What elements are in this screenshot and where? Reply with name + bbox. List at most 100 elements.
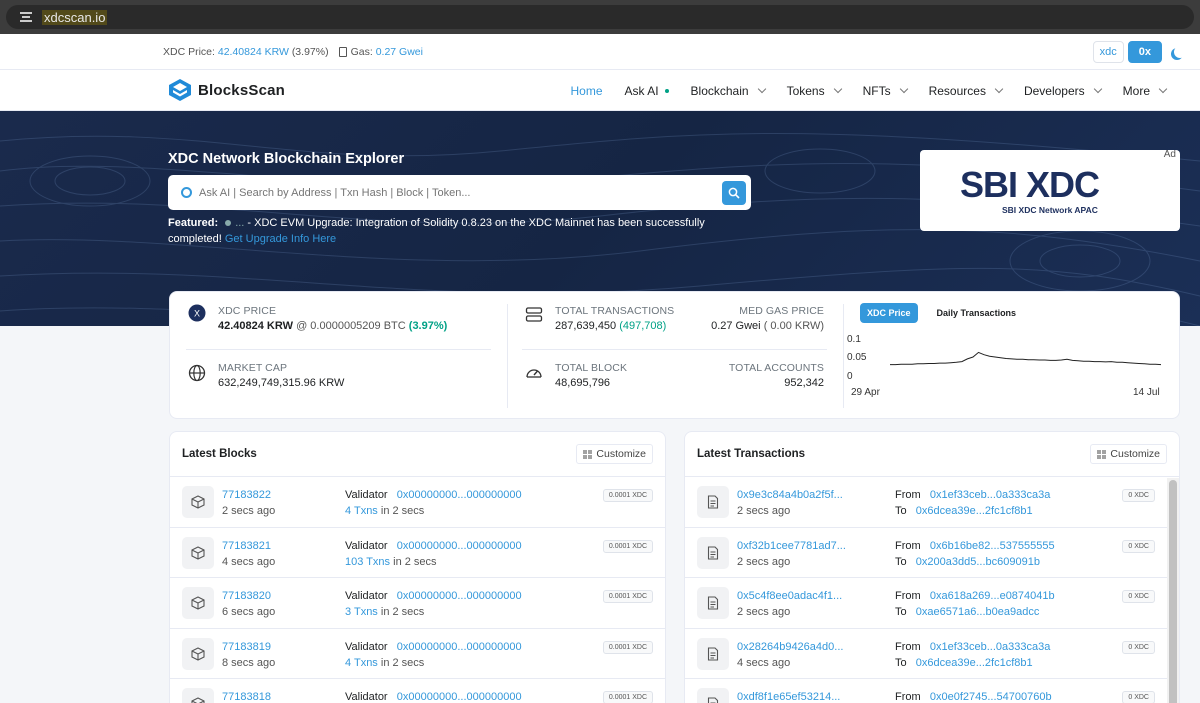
from-address-link[interactable]: 0x6b16be82...537555555 xyxy=(930,540,1055,552)
block-reward-badge: 0.0001 XDC xyxy=(602,489,653,502)
tab-daily-transactions[interactable]: Daily Transactions xyxy=(930,303,1024,323)
from-label: From xyxy=(895,489,921,501)
block-txns-link[interactable]: 103 Txns xyxy=(345,556,390,568)
status-dot-icon xyxy=(664,88,669,93)
stat-label: TOTAL BLOCK xyxy=(555,362,628,374)
nav-label: More xyxy=(1122,83,1150,98)
block-number-link[interactable]: 77183818 xyxy=(222,691,271,703)
from-address-link[interactable]: 0xa618a269...e0874041b xyxy=(930,590,1055,602)
search-input[interactable] xyxy=(199,186,722,199)
block-icon xyxy=(182,486,214,518)
blocksscan-logo-icon xyxy=(168,78,192,102)
customize-button[interactable]: Customize xyxy=(1090,444,1167,464)
prefix-0x-button[interactable]: 0x xyxy=(1127,41,1162,63)
block-row: 77183821 4 secs ago Validator 0x00000000.… xyxy=(170,528,665,578)
validator-link[interactable]: 0x00000000...000000000 xyxy=(397,641,522,653)
nav-more[interactable]: More xyxy=(1122,83,1168,98)
scrollbar[interactable] xyxy=(1167,478,1179,703)
block-icon xyxy=(182,637,214,670)
dots-icon: ... xyxy=(235,217,245,229)
search-button[interactable] xyxy=(722,180,746,205)
globe-icon xyxy=(188,364,206,382)
nav-ask-ai[interactable]: Ask AI xyxy=(625,84,669,98)
to-address-link[interactable]: 0x200a3dd5...bc609091b xyxy=(916,556,1040,568)
customize-label: Customize xyxy=(1110,448,1160,460)
nav-label: Ask AI xyxy=(624,83,659,98)
site-settings-icon[interactable] xyxy=(20,12,32,22)
nav-resources[interactable]: Resources xyxy=(929,84,1004,98)
transaction-row: 0x9e3c84a4b0a2f5f... 2 secs ago From 0x1e… xyxy=(685,477,1179,528)
nav-label: NFTs xyxy=(862,83,891,98)
customize-button[interactable]: Customize xyxy=(576,444,653,464)
dark-mode-toggle[interactable] xyxy=(1166,41,1188,63)
y-tick-label: 0.1 xyxy=(847,334,861,345)
block-number-link[interactable]: 77183822 xyxy=(222,489,271,501)
page-title: XDC Network Blockchain Explorer xyxy=(168,151,405,167)
tx-hash-link[interactable]: 0x5c4f8ee0adac4f1... xyxy=(737,590,842,602)
to-address-link[interactable]: 0x6dcea39e...2fc1cf8b1 xyxy=(916,657,1033,669)
xdc-price-stat: XDC PRICE 42.40824 KRW @ 0.0000005209 BT… xyxy=(218,305,447,332)
tx-hash-link[interactable]: 0xdf8f1e65ef53214... xyxy=(737,691,840,703)
tx-value-badge: 0 XDC xyxy=(1122,489,1155,502)
validator-link[interactable]: 0x00000000...000000000 xyxy=(397,540,522,552)
to-address-link[interactable]: 0x6dcea39e...2fc1cf8b1 xyxy=(916,505,1033,517)
price-change: (3.97%) xyxy=(291,45,329,58)
scrollbar-thumb[interactable] xyxy=(1169,480,1177,703)
chevron-down-icon xyxy=(833,84,842,94)
brand-logo[interactable]: BlocksScan xyxy=(168,78,285,102)
nav-tokens[interactable]: Tokens xyxy=(787,84,842,98)
from-address-link[interactable]: 0x0e0f2745...54700760b xyxy=(930,691,1052,703)
ad-subtitle: SBI XDC Network APAC xyxy=(1002,205,1098,215)
transaction-row: 0xf32b1cee7781ad7... 2 secs ago From 0x6b… xyxy=(685,528,1179,578)
svg-text:X: X xyxy=(194,309,200,319)
chevron-down-icon xyxy=(1158,84,1168,94)
block-icon xyxy=(182,536,214,569)
nav-home[interactable]: Home xyxy=(571,84,603,98)
chevron-down-icon xyxy=(899,84,908,94)
price-link[interactable]: 42.40824 KRW xyxy=(218,46,289,58)
tx-hash-link[interactable]: 0x9e3c84a4b0a2f5f... xyxy=(737,489,843,501)
validator-link[interactable]: 0x00000000...000000000 xyxy=(397,691,522,703)
from-address-link[interactable]: 0x1ef33ceb...0a333ca3a xyxy=(930,489,1051,501)
chart-tabs: XDC Price Daily Transactions xyxy=(860,303,1023,323)
prefix-xdc-button[interactable]: xdc xyxy=(1092,41,1124,63)
url-text[interactable]: xdcscan.io xyxy=(42,9,108,25)
tx-hash-link[interactable]: 0x28264b9426a4d0... xyxy=(737,641,843,653)
prefix-toggle: xdc 0x xyxy=(1092,41,1188,63)
transaction-row: 0xdf8f1e65ef53214... From 0x0e0f2745...5… xyxy=(685,679,1179,703)
block-txns-link[interactable]: 4 Txns xyxy=(345,505,378,517)
to-address-link[interactable]: 0xae6571a6...b0ea9adcc xyxy=(916,606,1040,618)
block-number-link[interactable]: 77183819 xyxy=(222,641,271,653)
moon-icon xyxy=(1174,46,1186,58)
address-bar[interactable]: xdcscan.io xyxy=(6,5,1194,29)
block-number-link[interactable]: 77183820 xyxy=(222,590,271,602)
nav-nfts[interactable]: NFTs xyxy=(862,83,908,98)
x-tick-label: 14 Jul xyxy=(1133,387,1160,398)
block-icon xyxy=(182,688,214,703)
tab-xdc-price[interactable]: XDC Price xyxy=(860,303,918,323)
total-accounts-stat[interactable]: TOTAL ACCOUNTS 952,342 xyxy=(729,362,824,389)
block-number-link[interactable]: 77183821 xyxy=(222,540,271,552)
nav-developers[interactable]: Developers xyxy=(1024,84,1102,98)
tx-hash-link[interactable]: 0xf32b1cee7781ad7... xyxy=(737,540,846,552)
block-txns-link[interactable]: 3 Txns xyxy=(345,606,378,618)
block-reward-badge: 0.0001 XDC xyxy=(602,691,653,703)
nav-blockchain[interactable]: Blockchain xyxy=(691,84,766,98)
nav-label: Home xyxy=(570,83,603,98)
upgrade-info-link[interactable]: Get Upgrade Info Here xyxy=(225,233,336,245)
from-address-link[interactable]: 0x1ef33ceb...0a333ca3a xyxy=(930,641,1051,653)
validator-link[interactable]: 0x00000000...000000000 xyxy=(397,590,522,602)
top-info-bar: XDC Price: 42.40824 KRW (3.97%) Gas: 0.2… xyxy=(0,34,1200,70)
chevron-down-icon xyxy=(757,84,766,94)
divider xyxy=(522,349,827,350)
nav-menu: Home Ask AI Blockchain Tokens NFTs Resou… xyxy=(549,70,1168,111)
total-transactions-stat[interactable]: TOTAL TRANSACTIONS 287,639,450 (497,708) xyxy=(555,305,674,332)
brand-name: BlocksScan xyxy=(198,81,286,99)
total-block-stat[interactable]: TOTAL BLOCK 48,695,796 xyxy=(555,362,627,389)
series-line xyxy=(890,351,1162,366)
xdc-price-btc: @ 0.0000005209 BTC xyxy=(296,320,406,332)
sponsored-ad[interactable]: Ad SBI XDC SBI XDC Network APAC xyxy=(920,150,1180,231)
validator-link[interactable]: 0x00000000...000000000 xyxy=(397,489,522,501)
gas-link[interactable]: 0.27 Gwei xyxy=(376,46,423,58)
block-txns-link[interactable]: 4 Txns xyxy=(345,657,378,669)
